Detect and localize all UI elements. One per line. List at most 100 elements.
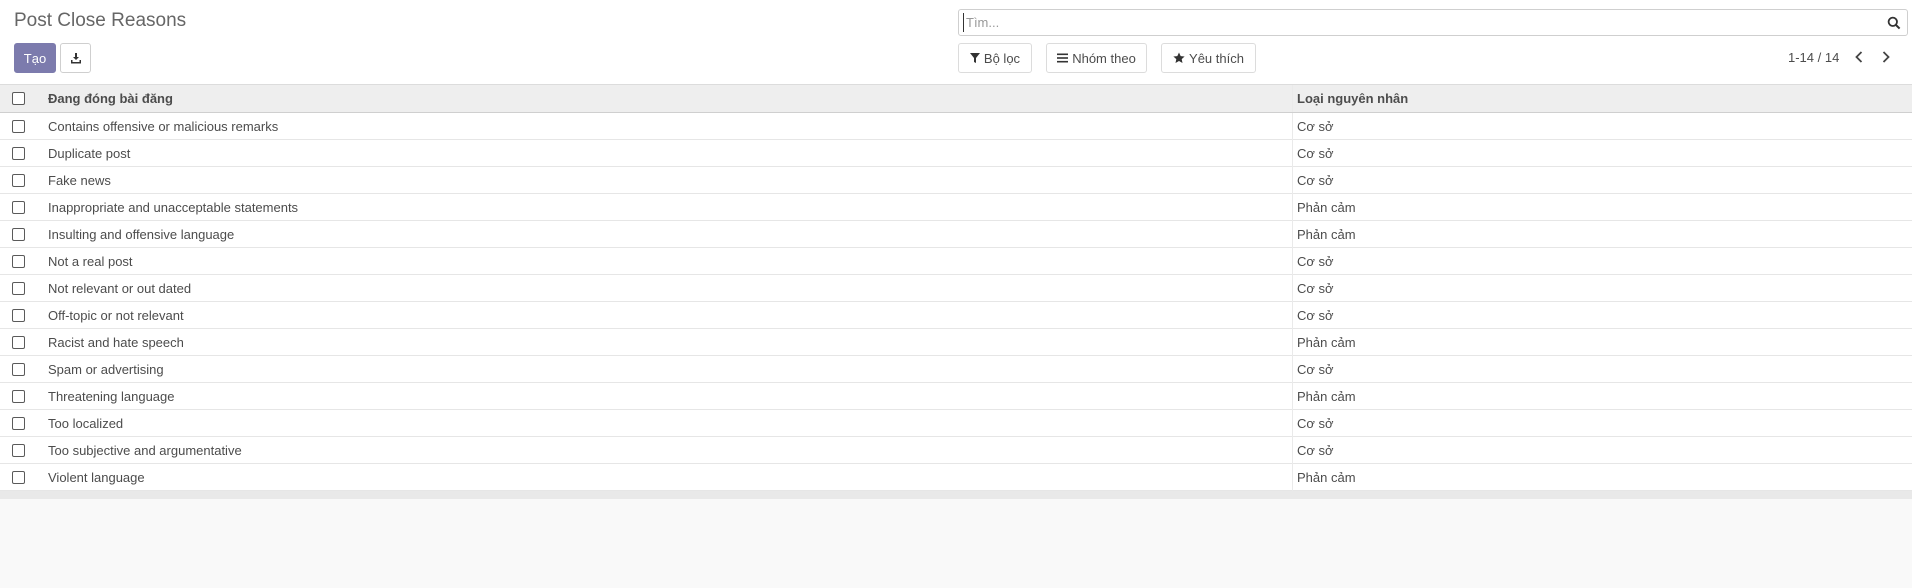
- table-row[interactable]: Inappropriate and unacceptable statement…: [0, 193, 1912, 221]
- row-checkbox[interactable]: [12, 443, 25, 457]
- search-box[interactable]: [958, 9, 1908, 36]
- reason-type-cell[interactable]: Cơ sở: [1292, 274, 1912, 302]
- search-input[interactable]: [963, 13, 1868, 32]
- reason-name-cell[interactable]: Fake news: [44, 167, 1293, 194]
- row-checkbox[interactable]: [12, 227, 25, 241]
- table-row[interactable]: Threatening language Phản cảm: [0, 382, 1912, 410]
- column-header-name[interactable]: Đang đóng bài đăng: [44, 84, 1293, 113]
- chevron-right-icon: [1882, 51, 1890, 63]
- row-select-cell: [0, 356, 44, 383]
- filter-button[interactable]: Bộ lọc: [958, 43, 1032, 73]
- filter-icon: [969, 52, 980, 63]
- row-select-cell: [0, 167, 44, 194]
- row-checkbox[interactable]: [12, 146, 25, 160]
- row-select-cell: [0, 383, 44, 410]
- group-by-button[interactable]: Nhóm theo: [1046, 43, 1147, 73]
- table-row[interactable]: Duplicate post Cơ sở: [0, 139, 1912, 167]
- table-row[interactable]: Off-topic or not relevant Cơ sở: [0, 301, 1912, 329]
- reason-name-cell[interactable]: Threatening language: [44, 383, 1293, 410]
- favorites-button[interactable]: Yêu thích: [1161, 43, 1256, 73]
- reason-name-cell[interactable]: Not relevant or out dated: [44, 275, 1293, 302]
- reason-type-cell[interactable]: Phản cảm: [1292, 220, 1912, 248]
- pager-value[interactable]: 1-14 / 14: [1788, 50, 1839, 65]
- reason-name-cell[interactable]: Too subjective and argumentative: [44, 437, 1293, 464]
- row-select-cell: [0, 221, 44, 248]
- reason-name-cell[interactable]: Not a real post: [44, 248, 1293, 275]
- row-checkbox[interactable]: [12, 254, 25, 268]
- row-select-cell: [0, 464, 44, 491]
- row-select-cell: [0, 140, 44, 167]
- reason-name-cell[interactable]: Contains offensive or malicious remarks: [44, 113, 1293, 140]
- download-button[interactable]: [60, 43, 91, 73]
- control-panel: Post Close Reasons Tạo Bộ lọc Nhóm theo: [0, 0, 1912, 84]
- reason-type-cell[interactable]: Phản cảm: [1292, 463, 1912, 491]
- row-checkbox[interactable]: [12, 362, 25, 376]
- star-icon: [1173, 52, 1185, 63]
- table-header-row: Đang đóng bài đăng Loại nguyên nhân: [0, 84, 1912, 113]
- table-footer: [0, 491, 1912, 499]
- reason-type-cell[interactable]: Phản cảm: [1292, 193, 1912, 221]
- column-header-reason-type[interactable]: Loại nguyên nhân: [1292, 84, 1912, 113]
- reason-type-cell[interactable]: Cơ sở: [1292, 301, 1912, 329]
- group-by-label: Nhóm theo: [1072, 50, 1136, 66]
- row-checkbox[interactable]: [12, 335, 25, 349]
- select-all-cell: [0, 84, 44, 113]
- reason-name-cell[interactable]: Spam or advertising: [44, 356, 1293, 383]
- row-checkbox[interactable]: [12, 281, 25, 295]
- reason-type-cell[interactable]: Cơ sở: [1292, 139, 1912, 167]
- row-checkbox[interactable]: [12, 416, 25, 430]
- table-row[interactable]: Fake news Cơ sở: [0, 166, 1912, 194]
- row-select-cell: [0, 194, 44, 221]
- favorites-label: Yêu thích: [1189, 50, 1244, 66]
- row-select-cell: [0, 410, 44, 437]
- reason-type-cell[interactable]: Phản cảm: [1292, 328, 1912, 356]
- reason-type-cell[interactable]: Cơ sở: [1292, 247, 1912, 275]
- row-checkbox[interactable]: [12, 389, 25, 403]
- row-checkbox[interactable]: [12, 200, 25, 214]
- table-row[interactable]: Too localized Cơ sở: [0, 409, 1912, 437]
- select-all-checkbox[interactable]: [12, 92, 25, 105]
- row-select-cell: [0, 437, 44, 464]
- pager-previous-button[interactable]: [1851, 48, 1867, 66]
- row-select-cell: [0, 329, 44, 356]
- reason-name-cell[interactable]: Insulting and offensive language: [44, 221, 1293, 248]
- row-checkbox[interactable]: [12, 173, 25, 187]
- reason-type-cell[interactable]: Cơ sở: [1292, 355, 1912, 383]
- table-row[interactable]: Spam or advertising Cơ sở: [0, 355, 1912, 383]
- create-button[interactable]: Tạo: [14, 43, 56, 73]
- reason-name-cell[interactable]: Too localized: [44, 410, 1293, 437]
- bars-icon: [1057, 53, 1069, 63]
- reason-type-cell[interactable]: Cơ sở: [1292, 166, 1912, 194]
- reason-name-cell[interactable]: Duplicate post: [44, 140, 1293, 167]
- reason-name-cell[interactable]: Off-topic or not relevant: [44, 302, 1293, 329]
- row-checkbox[interactable]: [12, 470, 25, 484]
- reason-type-cell[interactable]: Cơ sở: [1292, 112, 1912, 140]
- reason-name-cell[interactable]: Violent language: [44, 464, 1293, 491]
- reason-name-cell[interactable]: Racist and hate speech: [44, 329, 1293, 356]
- row-checkbox[interactable]: [12, 119, 25, 133]
- table-row[interactable]: Insulting and offensive language Phản cảm: [0, 220, 1912, 248]
- pager-next-button[interactable]: [1878, 48, 1894, 66]
- table-row[interactable]: Too subjective and argumentative Cơ sở: [0, 436, 1912, 464]
- reason-type-cell[interactable]: Cơ sở: [1292, 409, 1912, 437]
- row-select-cell: [0, 113, 44, 140]
- row-select-cell: [0, 275, 44, 302]
- page-title: Post Close Reasons: [14, 10, 187, 31]
- table-row[interactable]: Not a real post Cơ sở: [0, 247, 1912, 275]
- records-table: Đang đóng bài đăng Loại nguyên nhân Cont…: [0, 84, 1912, 491]
- table-row[interactable]: Racist and hate speech Phản cảm: [0, 328, 1912, 356]
- reason-name-cell[interactable]: Inappropriate and unacceptable statement…: [44, 194, 1293, 221]
- row-checkbox[interactable]: [12, 308, 25, 322]
- table-row[interactable]: Violent language Phản cảm: [0, 463, 1912, 491]
- filter-label: Bộ lọc: [983, 50, 1021, 66]
- chevron-left-icon: [1855, 51, 1863, 63]
- row-select-cell: [0, 302, 44, 329]
- reason-type-cell[interactable]: Cơ sở: [1292, 436, 1912, 464]
- list-view: Đang đóng bài đăng Loại nguyên nhân Cont…: [0, 84, 1912, 499]
- reason-type-cell[interactable]: Phản cảm: [1292, 382, 1912, 410]
- table-row[interactable]: Not relevant or out dated Cơ sở: [0, 274, 1912, 302]
- download-icon: [70, 53, 81, 64]
- row-select-cell: [0, 248, 44, 275]
- search-icon[interactable]: [1887, 16, 1901, 30]
- table-row[interactable]: Contains offensive or malicious remarks C…: [0, 112, 1912, 140]
